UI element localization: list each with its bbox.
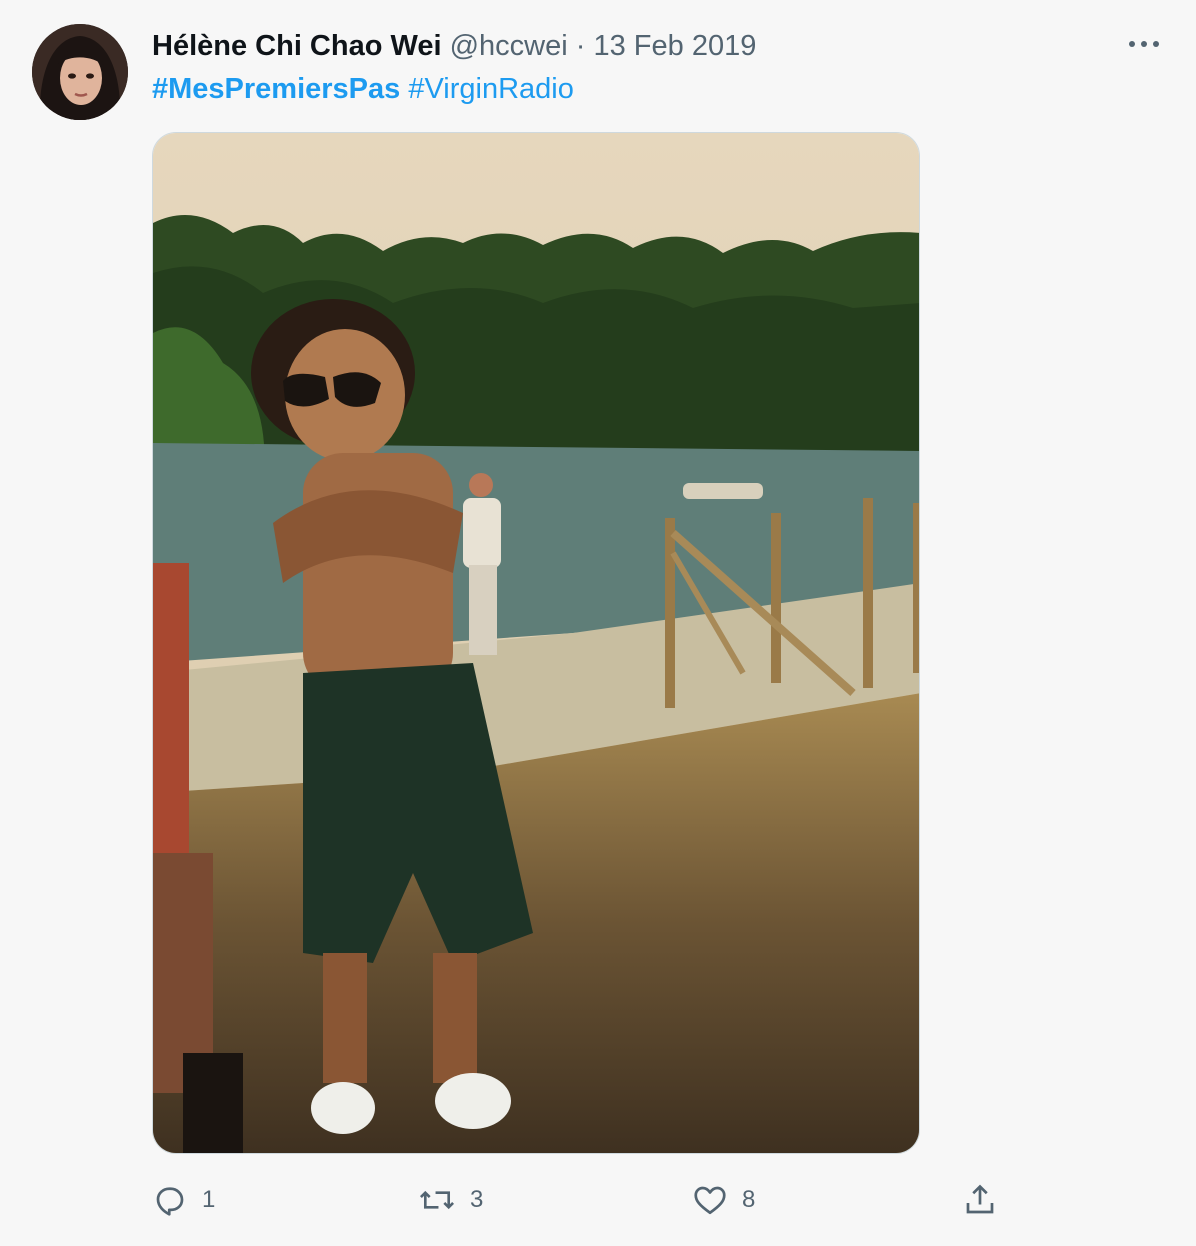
share-button[interactable] [962,1170,998,1230]
avatar[interactable] [32,24,128,120]
more-horizontal-icon [1128,39,1160,49]
tweet-date[interactable]: 13 Feb 2019 [593,30,756,62]
author-handle[interactable]: @hccwei [450,30,568,62]
tweet[interactable]: Hélène Chi Chao Wei @hccwei · 13 Feb 201… [0,0,1196,1246]
reply-count: 1 [202,1186,216,1213]
heart-icon [692,1182,728,1218]
like-count: 8 [742,1186,756,1213]
more-options-button[interactable] [1122,22,1166,66]
like-button[interactable]: 8 [692,1170,755,1230]
retweet-count: 3 [470,1186,484,1213]
separator-dot: · [575,30,586,62]
tweet-photo[interactable] [152,132,920,1154]
reply-icon [152,1182,188,1218]
reply-button[interactable]: 1 [152,1170,215,1230]
tweet-text: #MesPremiersPas #VirginRadio [152,70,574,108]
retweet-icon [418,1182,456,1218]
tweet-actions: 1 3 8 [152,1170,1012,1230]
hashtag-link[interactable]: #VirginRadio [408,73,574,105]
hashtag-link[interactable]: #MesPremiersPas [152,73,400,105]
share-icon [962,1182,998,1218]
tweet-header: Hélène Chi Chao Wei @hccwei · 13 Feb 201… [152,26,756,66]
author-name[interactable]: Hélène Chi Chao Wei [152,30,442,62]
retweet-button[interactable]: 3 [418,1170,483,1230]
